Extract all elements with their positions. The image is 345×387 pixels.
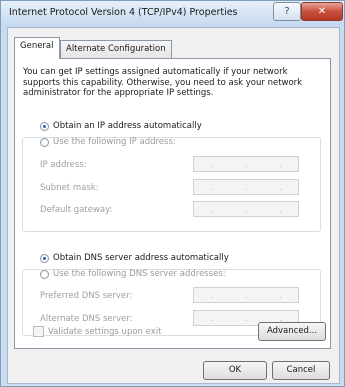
ip-separator: . [279, 290, 282, 300]
radio-selected-icon [40, 253, 49, 263]
validate-settings-label: Validate settings upon exit [48, 326, 162, 337]
ip-address-label: IP address: [40, 160, 87, 170]
ip-separator: . [210, 182, 213, 192]
ip-separator: . [279, 204, 282, 214]
ip-separator: . [244, 204, 248, 214]
help-button[interactable]: ? [273, 2, 301, 21]
ok-button[interactable]: OK [203, 361, 267, 380]
checkbox-icon [33, 326, 44, 337]
obtain-dns-auto-label: Obtain DNS server address automatically [53, 253, 229, 263]
ip-separator: . [210, 313, 213, 323]
ip-separator: . [279, 159, 282, 169]
default-gateway-input[interactable]: . . . [193, 201, 299, 217]
preferred-dns-input[interactable]: . . . [193, 287, 299, 303]
ip-separator: . [279, 182, 282, 192]
ip-separator: . [244, 290, 248, 300]
validate-settings-checkbox[interactable]: Validate settings upon exit [33, 326, 161, 337]
ip-separator: . [244, 313, 248, 323]
ip-separator: . [210, 159, 213, 169]
ip-separator: . [244, 159, 248, 169]
radio-unselected-icon [40, 269, 49, 279]
use-following-ip-label: Use the following IP address: [53, 137, 176, 147]
dialog-title: Internet Protocol Version 4 (TCP/IPv4) P… [9, 7, 238, 18]
default-gateway-label: Default gateway: [40, 205, 113, 215]
ip-separator: . [210, 290, 213, 300]
tab-alternate-configuration[interactable]: Alternate Configuration [60, 40, 172, 59]
general-tab-panel: You can get IP settings assigned automat… [14, 58, 331, 349]
close-button[interactable]: ✕ [301, 2, 343, 21]
description-text: You can get IP settings assigned automat… [23, 67, 303, 98]
preferred-dns-label: Preferred DNS server: [40, 291, 133, 301]
ip-separator: . [244, 182, 248, 192]
use-following-dns-radio[interactable]: Use the following DNS server addresses: [40, 269, 226, 279]
use-following-dns-label: Use the following DNS server addresses: [53, 269, 226, 279]
ip-separator: . [210, 204, 213, 214]
subnet-mask-input[interactable]: . . . [193, 179, 299, 195]
obtain-ip-auto-label: Obtain an IP address automatically [53, 121, 202, 131]
use-following-ip-radio[interactable]: Use the following IP address: [40, 137, 176, 147]
title-bar[interactable]: Internet Protocol Version 4 (TCP/IPv4) P… [1, 1, 344, 27]
cancel-button[interactable]: Cancel [272, 361, 330, 380]
obtain-dns-auto-radio[interactable]: Obtain DNS server address automatically [40, 253, 229, 263]
advanced-button[interactable]: Advanced... [258, 322, 326, 341]
alternate-dns-label: Alternate DNS server: [40, 314, 133, 324]
dialog-client-area: General Alternate Configuration You can … [7, 27, 340, 384]
ip-address-input[interactable]: . . . [193, 156, 299, 172]
radio-selected-icon [40, 121, 49, 131]
subnet-mask-label: Subnet mask: [40, 183, 99, 193]
tab-general[interactable]: General [14, 37, 60, 59]
properties-dialog: Internet Protocol Version 4 (TCP/IPv4) P… [0, 0, 345, 387]
radio-unselected-icon [40, 137, 49, 147]
obtain-ip-auto-radio[interactable]: Obtain an IP address automatically [40, 121, 202, 131]
